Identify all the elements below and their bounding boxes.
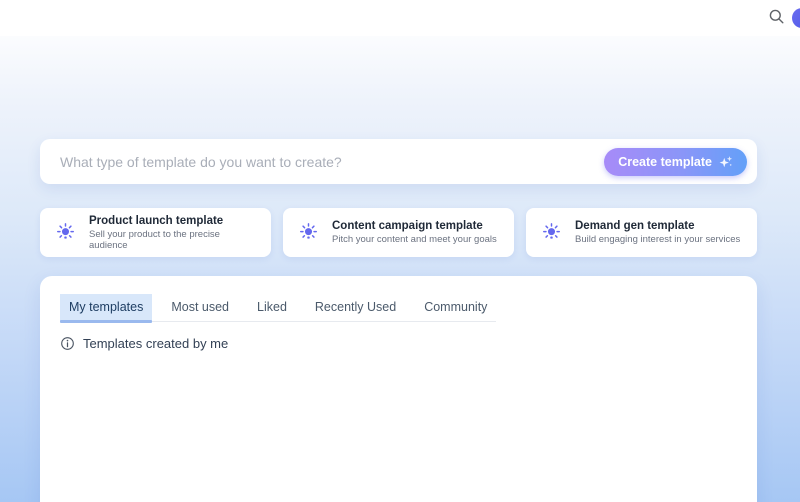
card-subtitle: Build engaging interest in your services — [575, 234, 740, 245]
lightbulb-icon — [55, 222, 76, 243]
card-demand-gen[interactable]: Demand gen template Build engaging inter… — [526, 208, 757, 257]
card-product-launch[interactable]: Product launch template Sell your produc… — [40, 208, 271, 257]
avatar[interactable] — [792, 8, 800, 28]
lightbulb-icon — [541, 222, 562, 243]
tab-community[interactable]: Community — [415, 294, 496, 321]
top-bar — [0, 0, 800, 36]
sparkles-icon — [719, 155, 733, 169]
create-template-label: Create template — [618, 155, 712, 169]
info-icon — [60, 336, 75, 351]
lightbulb-icon — [298, 222, 319, 243]
search-icon[interactable] — [769, 9, 784, 24]
page-background: Create template — [0, 36, 800, 502]
card-subtitle: Sell your product to the precise audienc… — [89, 229, 259, 251]
app-window: Create template — [0, 0, 800, 502]
tab-liked[interactable]: Liked — [248, 294, 296, 321]
tabs-bar: My templates Most used Liked Recently Us… — [60, 294, 496, 322]
composer-panel: Create template — [40, 139, 757, 184]
empty-state: Templates created by me — [60, 336, 737, 351]
suggestion-cards: Product launch template Sell your produc… — [40, 208, 757, 257]
templates-panel: My templates Most used Liked Recently Us… — [40, 276, 757, 502]
tab-my-templates[interactable]: My templates — [60, 294, 152, 321]
tab-most-used[interactable]: Most used — [162, 294, 238, 321]
card-title: Product launch template — [89, 215, 259, 227]
create-template-button[interactable]: Create template — [604, 148, 747, 176]
card-title: Demand gen template — [575, 220, 740, 232]
tab-recently-used[interactable]: Recently Used — [306, 294, 405, 321]
prompt-input[interactable] — [60, 154, 604, 170]
card-content-campaign[interactable]: Content campaign template Pitch your con… — [283, 208, 514, 257]
empty-state-label: Templates created by me — [83, 336, 228, 351]
card-subtitle: Pitch your content and meet your goals — [332, 234, 497, 245]
card-title: Content campaign template — [332, 220, 497, 232]
